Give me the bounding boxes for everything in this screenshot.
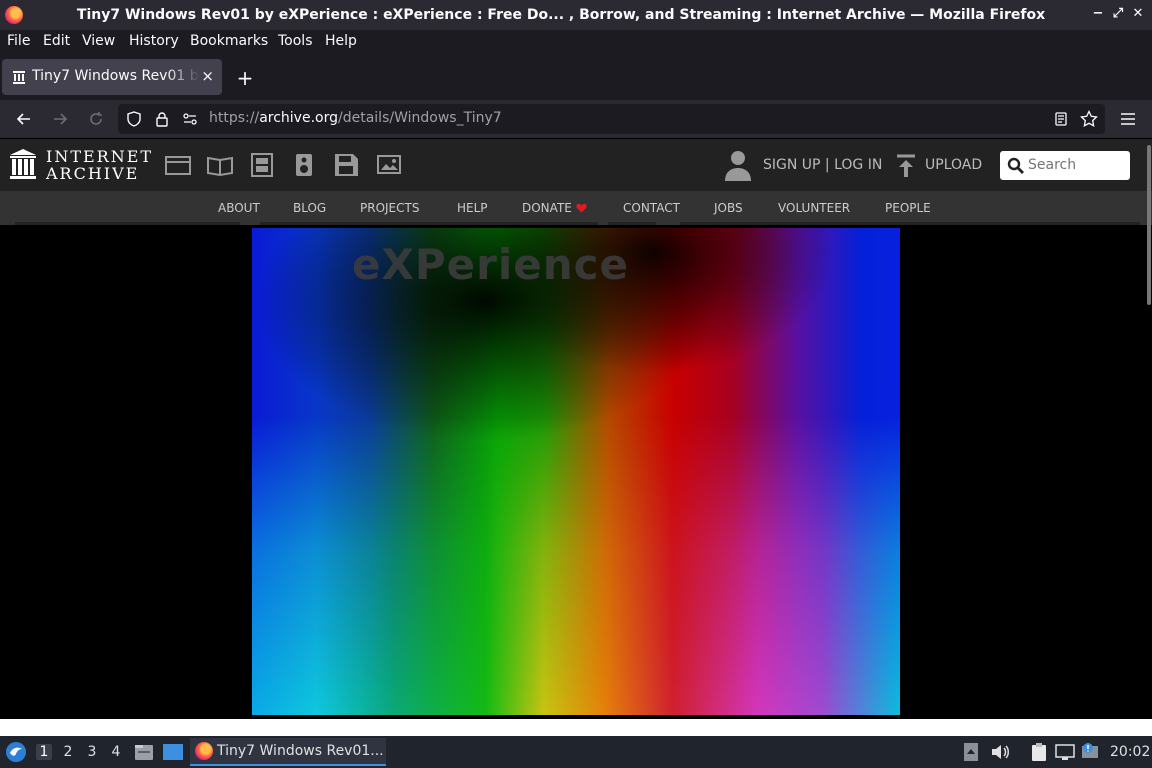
forward-arrow-icon [54, 113, 68, 125]
signup-login-link[interactable]: SIGN UP | LOG IN [763, 157, 882, 173]
window-title: Tiny7 Windows Rev01 by eXPerience : eXPe… [76, 7, 1046, 23]
reader-view-icon[interactable] [1053, 111, 1069, 127]
nav-about[interactable]: ABOUT [218, 201, 260, 215]
firefox-task-icon [195, 742, 213, 760]
ia-logo-line2: ARCHIVE [46, 164, 140, 183]
nav-contact[interactable]: CONTACT [623, 201, 680, 215]
screen: Tiny7 Windows Rev01 by eXPerience : eXPe… [0, 0, 1152, 768]
notification-icon[interactable] [1080, 742, 1100, 762]
tray-expand-icon[interactable] [963, 742, 979, 762]
menu-bookmarks[interactable]: Bookmarks [190, 33, 268, 49]
new-tab-button[interactable]: + [233, 66, 257, 90]
menu-help[interactable]: Help [325, 33, 357, 49]
taskbar-task-label: Tiny7 Windows Rev01... [217, 743, 384, 759]
nav-projects[interactable]: PROJECTS [360, 201, 419, 215]
tab-close-button[interactable]: × [201, 67, 214, 85]
taskbar-firefox-task[interactable]: Tiny7 Windows Rev01... [190, 738, 386, 766]
menu-file[interactable]: File [7, 33, 30, 49]
hamburger-menu-icon [1121, 113, 1135, 125]
start-menu-icon[interactable] [5, 741, 27, 763]
menu-view[interactable]: View [82, 33, 115, 49]
software-disk-icon[interactable] [333, 153, 359, 177]
nav-jobs[interactable]: JOBS [714, 201, 743, 215]
item-cover-image[interactable]: eXPerience [252, 228, 900, 715]
nav-help[interactable]: HELP [457, 201, 488, 215]
clock: 20:02 [1110, 744, 1151, 760]
nav-donate[interactable]: DONATE [522, 201, 572, 215]
upload-icon[interactable] [895, 154, 917, 178]
url-text[interactable]: https://archive.org/details/Windows_Tiny… [209, 110, 502, 126]
nav-people[interactable]: PEOPLE [885, 201, 931, 215]
app-menu-button[interactable] [1118, 109, 1138, 129]
system-taskbar: 1 2 3 4 Tiny7 Windows Rev01... 20:02 [0, 736, 1152, 768]
menu-tools[interactable]: Tools [278, 33, 313, 49]
forward-button[interactable] [50, 109, 70, 129]
menu-history[interactable]: History [129, 33, 179, 49]
heart-icon[interactable] [576, 203, 587, 213]
lock-icon[interactable] [154, 111, 170, 127]
url-domain: archive.org [259, 110, 338, 126]
images-icon[interactable] [375, 153, 401, 177]
show-desktop-icon[interactable] [162, 743, 184, 761]
close-window-button[interactable]: ✕ [1130, 6, 1146, 22]
permissions-icon[interactable] [182, 111, 198, 127]
minimize-button[interactable]: − [1090, 6, 1106, 22]
back-arrow-icon [16, 113, 30, 125]
ia-top-nav: ABOUT BLOG PROJECTS HELP DONATE CONTACT … [0, 191, 1152, 225]
cover-gradient-bottom [252, 415, 900, 715]
ia-header: INTERNET ARCHIVE SIGN UP | LOG IN UPLOAD [0, 139, 1152, 191]
bookmark-star-icon[interactable] [1080, 110, 1098, 128]
tab-strip: Tiny7 Windows Rev01 by eXPerience × + [0, 54, 1152, 100]
maximize-button[interactable]: ⤢ [1110, 6, 1126, 22]
window-titlebar[interactable]: Tiny7 Windows Rev01 by eXPerience : eXPe… [0, 0, 1152, 30]
navigation-toolbar: https://archive.org/details/Windows_Tiny… [0, 100, 1152, 138]
url-bar[interactable]: https://archive.org/details/Windows_Tiny… [118, 104, 1105, 134]
nav-blog[interactable]: BLOG [293, 201, 326, 215]
upload-link[interactable]: UPLOAD [925, 157, 982, 173]
menu-edit[interactable]: Edit [43, 33, 70, 49]
reload-button[interactable] [86, 109, 106, 129]
page-scrollbar[interactable] [1147, 145, 1151, 305]
audio-speaker-icon[interactable] [291, 153, 317, 177]
file-manager-icon[interactable] [134, 743, 154, 761]
cover-title-text: eXPerience [352, 240, 630, 289]
ia-logo-text[interactable]: INTERNET ARCHIVE [46, 148, 153, 182]
search-input[interactable] [1028, 157, 1124, 173]
page-below-viewer [0, 719, 1152, 736]
back-button[interactable] [14, 109, 34, 129]
web-icon[interactable] [165, 153, 191, 177]
tab-label: Tiny7 Windows Rev01 by eXPerience [32, 68, 200, 84]
workspace-3[interactable]: 3 [84, 744, 100, 760]
texts-book-icon[interactable] [207, 153, 233, 177]
reload-icon [90, 112, 102, 125]
ia-search-box[interactable] [1000, 151, 1130, 180]
video-film-icon[interactable] [249, 153, 275, 177]
nav-volunteer[interactable]: VOLUNTEER [778, 201, 850, 215]
url-path: /details/Windows_Tiny7 [338, 110, 502, 126]
ia-logo-line1: INTERNET [46, 147, 154, 166]
workspace-2[interactable]: 2 [60, 744, 76, 760]
ia-logo-icon[interactable] [9, 148, 37, 180]
tab-active[interactable]: Tiny7 Windows Rev01 by eXPerience × [2, 59, 222, 95]
network-icon[interactable] [1055, 743, 1075, 761]
volume-icon[interactable] [990, 743, 1010, 761]
workspace-4[interactable]: 4 [108, 744, 124, 760]
archive-favicon-icon [13, 71, 25, 84]
shield-icon[interactable] [126, 111, 142, 127]
url-prefix: https:// [209, 110, 260, 126]
menubar: File Edit View History Bookmarks Tools H… [0, 30, 1152, 54]
user-avatar-icon[interactable] [723, 149, 753, 181]
search-icon [1007, 157, 1024, 174]
clipboard-icon[interactable] [1030, 742, 1048, 762]
item-viewer: eXPerience [0, 225, 1152, 719]
workspace-1[interactable]: 1 [36, 744, 52, 760]
